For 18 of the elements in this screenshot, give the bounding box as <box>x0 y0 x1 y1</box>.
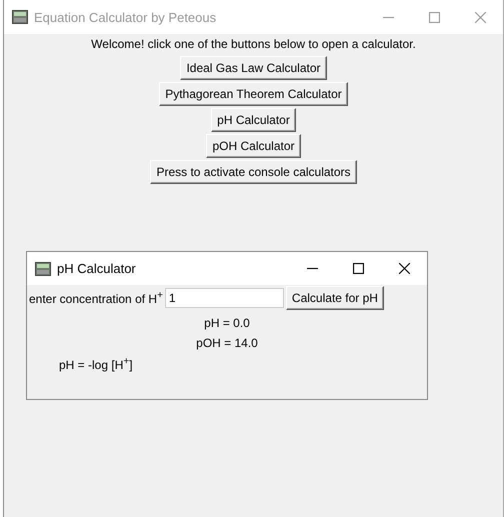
formula-text: pH = -log [H$^{+}$] <box>59 356 133 372</box>
calculator-icon <box>12 9 28 25</box>
calculator-button[interactable]: Ideal Gas Law Calculator <box>180 56 327 80</box>
close-icon[interactable] <box>399 263 410 274</box>
calculator-button[interactable]: Press to activate console calculators <box>150 160 357 184</box>
welcome-text: Welcome! click one of the buttons below to open a calculator. <box>91 37 416 51</box>
calculate-button[interactable]: Calculate for pH <box>286 286 384 310</box>
calculator-button[interactable]: pH Calculator <box>211 108 296 132</box>
result-text: pOH = 14.0 <box>196 336 258 350</box>
concentration-label: enter concentration of H$^{+}$ <box>29 290 163 306</box>
window-title: Equation Calculator by Peteous <box>34 10 218 24</box>
calculator-icon <box>35 260 51 276</box>
window-title: pH Calculator <box>57 261 137 276</box>
result-text: pH = 0.0 <box>204 316 250 330</box>
calculator-button[interactable]: Pythagorean Theorem Calculator <box>159 82 348 106</box>
maximize-icon[interactable] <box>353 263 364 274</box>
calculator-button[interactable]: pOH Calculator <box>206 134 301 158</box>
concentration-field[interactable]: 1 <box>164 288 284 308</box>
